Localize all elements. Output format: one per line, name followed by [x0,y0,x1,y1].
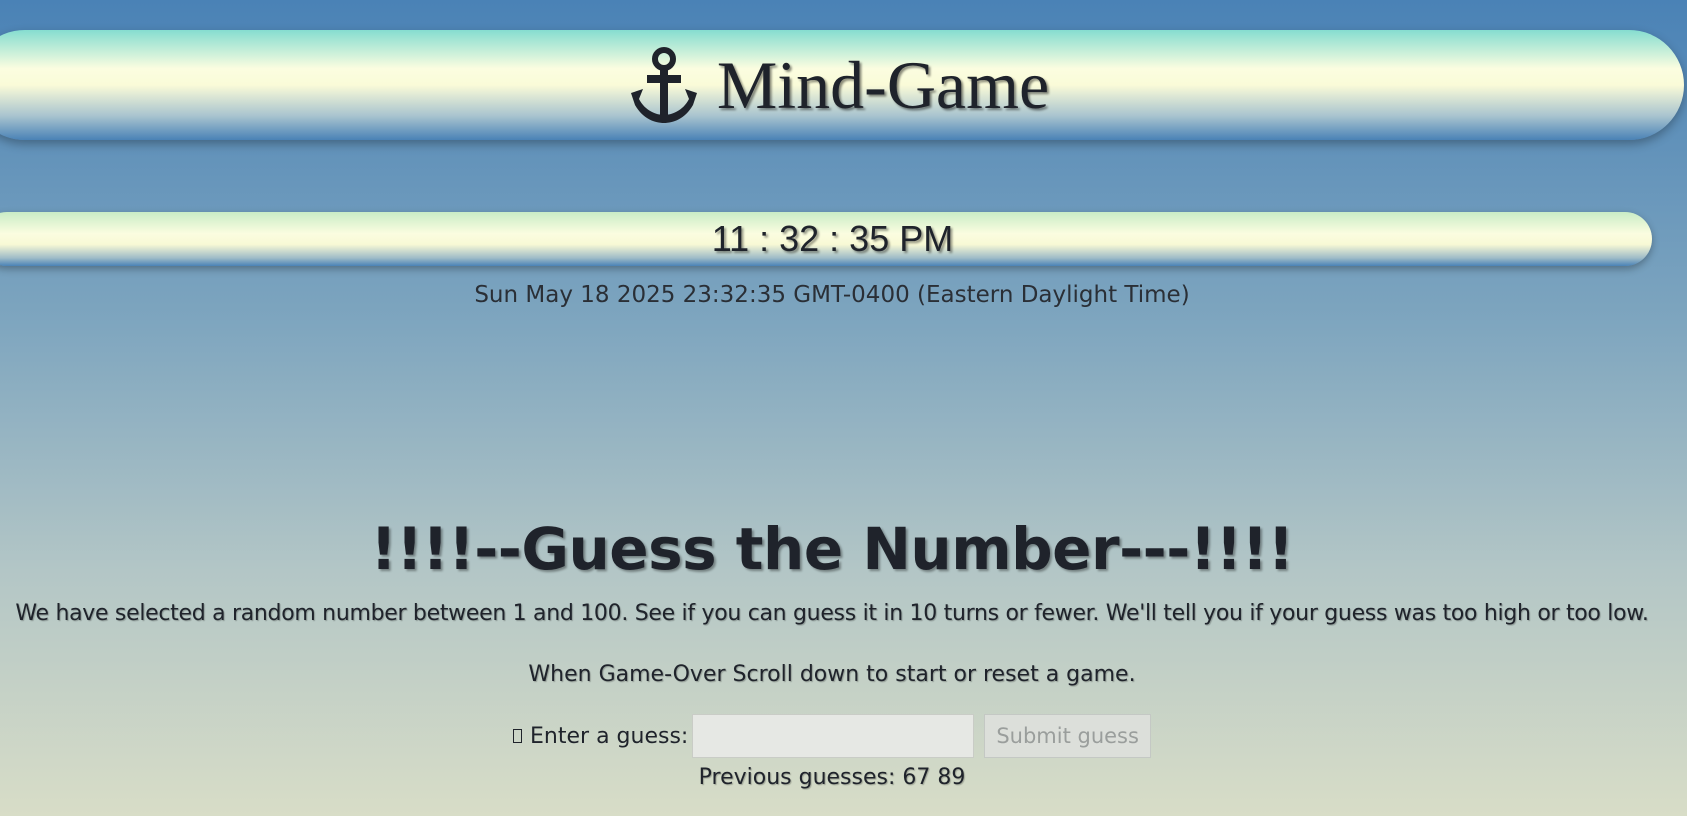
guess-label-text: Enter a guess: [530,723,689,749]
missing-glyph-icon [513,729,523,743]
game-instruction: When Game-Over Scroll down to start or r… [528,662,1136,687]
title-group: Mind-Game [625,47,1049,123]
game-description: We have selected a random number between… [15,601,1649,626]
anchor-icon [625,47,703,123]
clock-time: 11 : 32 : 35 PM [711,218,954,259]
submit-guess-button[interactable]: Submit guess [984,714,1151,758]
clock-banner: 11 : 32 : 35 PM [0,212,1652,266]
guess-input[interactable] [692,714,975,758]
game-heading: !!!!--Guess the Number---!!!! [370,515,1294,583]
guess-form: Enter a guess: Submit guess [0,714,1664,758]
app-title: Mind-Game [716,47,1050,123]
title-banner: Mind-Game [0,30,1684,140]
date-display: Sun May 18 2025 23:32:35 GMT-0400 (Easte… [474,282,1190,308]
previous-guesses: Previous guesses: 67 89 [698,765,966,790]
guess-label: Enter a guess: [513,724,688,749]
